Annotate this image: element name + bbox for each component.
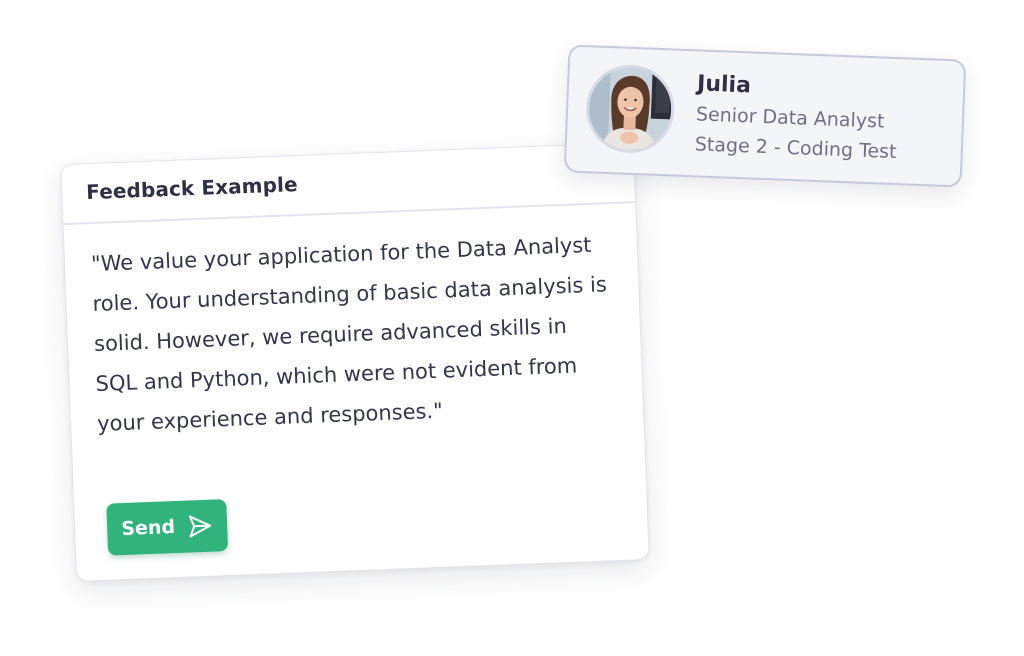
send-button-label: Send [120,516,176,541]
feedback-message: "We value your application for the Data … [90,232,608,436]
avatar [584,63,676,155]
candidate-info: Julia Senior Data Analyst Stage 2 - Codi… [694,69,899,167]
feedback-body: "We value your application for the Data … [64,203,644,445]
paper-plane-icon [187,513,214,540]
candidate-stage: Stage 2 - Coding Test [694,133,897,164]
feedback-title: Feedback Example [85,172,299,205]
send-button[interactable]: Send [106,499,229,556]
feedback-card: Feedback Example "We value your applicat… [60,142,650,582]
candidate-card: Julia Senior Data Analyst Stage 2 - Codi… [563,44,967,188]
